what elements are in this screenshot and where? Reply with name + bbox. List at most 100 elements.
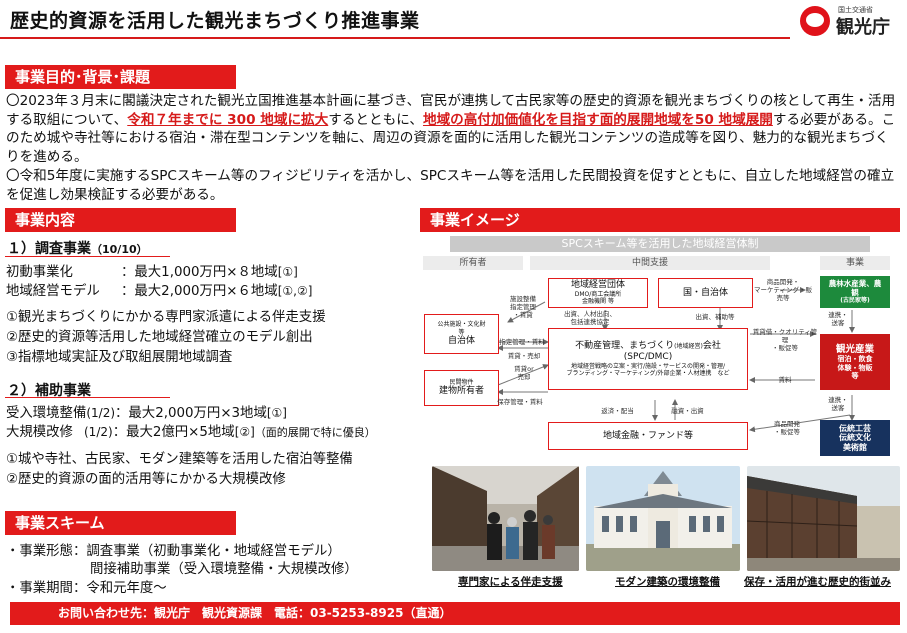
subsidy-row-2-label: 大規模改修 [6, 425, 73, 440]
label-quality-mgmt: 賃貸借・クオリティ管理 ・販促等 [752, 328, 818, 353]
box-public-line-3: 自治体 [447, 335, 475, 346]
logo-name: 観光庁 [836, 17, 890, 38]
box-regional-org: 地域経営団体 DMO/商工会議所 金融機関 等 [548, 278, 648, 308]
box-spc: 不動産管理、まちづくり(地域経営)会社 (SPC/DMC) 地域経営戦略の立案・… [548, 328, 748, 390]
box-public-line-2: 等 [458, 328, 465, 336]
scheme-form-label: ・事業形態： [6, 544, 87, 559]
caption-expert-support: 専門家による伴走支援 [458, 576, 563, 588]
contact-bar: お問い合わせ先：観光庁 観光資源課 電話：03-5253-8925（直通） [10, 602, 900, 625]
box-spc-line-1-main: 不動産管理、まちづくり [575, 341, 675, 352]
label-sales-promo: 商品開発 ・販促等 [774, 420, 800, 437]
scheme-period-value: 令和元年度～ [86, 581, 167, 596]
photo-modern-building [586, 466, 740, 571]
box-public-facility: 公共施設・文化財 等 自治体 [424, 314, 499, 354]
box-navy-line-3: 美術館 [843, 442, 867, 452]
survey-row-1: 初動事業化 ：最大1,000万円×８地域[①] [6, 260, 298, 280]
scheme-period-row: ・事業期間：令和元年度～ [6, 576, 167, 596]
box-org-line-3: 金融機関 等 [582, 298, 614, 306]
content-heading: 事業内容 [5, 208, 236, 232]
box-traditional-crafts: 伝統工芸 伝統文化 美術館 [820, 420, 890, 456]
survey-row-2-value: 最大2,000万円×６地域 [134, 284, 278, 299]
box-red-line-1: 観光産業 [835, 343, 874, 355]
box-private-line-2: 建物所有者 [438, 386, 484, 397]
subsidy-row-1-value: ：最大2,000万円×3地域 [115, 406, 267, 421]
box-tourism-industry: 観光産業 宿泊・飲食 体験・物販 等 [820, 334, 890, 390]
box-red-line-2: 宿泊・飲食 [837, 355, 873, 364]
photo-historic-streetscape [747, 466, 900, 571]
box-government: 国・自治体 [658, 278, 753, 308]
column-owner: 所有者 [423, 256, 523, 270]
box-spc-line-1-small: (地域経営) [674, 343, 703, 351]
label-rent: 賃料 [778, 376, 792, 384]
box-red-line-4: 等 [851, 371, 859, 380]
label-financing: 融資・出資 [671, 407, 704, 415]
column-support: 中間支援 [530, 256, 770, 270]
agency-logo: 国土交通省 観光庁 [800, 4, 904, 38]
box-org-line-1: 地域経営団体 [570, 280, 625, 291]
survey-row-2: 地域経営モデル ：最大2,000万円×６地域[①,②] [6, 279, 312, 299]
label-collab-1: 連携・ 送客 [828, 311, 848, 328]
survey-item-1: ①観光まちづくりにかかる専門家派遣による伴走支援 [6, 310, 326, 325]
survey-row-2-ref: [①,②] [277, 284, 313, 298]
photo-expert-support [432, 466, 579, 571]
label-investment-staff: 出資、人材出向、 包括連携協定 [564, 310, 616, 327]
subsidy-row-1: 受入環境整備(1/2)：最大2,000万円×3地域[①] [6, 401, 287, 421]
label-product-dev: 商品開発・ マーケティング・販 売等 [754, 278, 812, 303]
survey-row-1-value: 最大1,000万円×８地域 [134, 265, 278, 280]
historic-street-image [747, 466, 900, 571]
header: 歴史的資源を活用した観光まちづくり推進事業 国土交通省 観光庁 [0, 0, 907, 39]
image-heading: 事業イメージ [420, 208, 900, 232]
caption-historic-streetscape: 保存・活用が進む歴史的街並み [744, 576, 891, 588]
purpose-heading: 事業目的･背景･課題 [5, 65, 236, 89]
survey-row-2-label: 地域経営モデル [6, 284, 100, 299]
label-repayment: 返済・配当 [601, 407, 634, 415]
label-lease-sale-2: 賃貸or 売却 [514, 365, 534, 382]
label-collab-2: 連携・ 送客 [828, 396, 848, 413]
survey-title-text: １）調査事業 [7, 241, 91, 257]
survey-row-2-colon: ： [121, 284, 135, 299]
survey-item-2: ②歴史的資源等活用した地域経営確立のモデル創出 [6, 330, 313, 345]
subsidy-row-2-note: （面的展開で特に優良） [254, 426, 376, 439]
subsidy-row-2-ratio: (1/2) [84, 425, 113, 439]
survey-item-3: ③指標地域実証及び取組展開地域調査 [6, 350, 233, 365]
subsidy-row-1-label: 受入環境整備 [6, 406, 87, 421]
scheme-heading: 事業スキーム [5, 511, 236, 535]
subsidy-row-2-ref: [②] [234, 425, 255, 439]
box-spc-line-2: (SPC/DMC) [623, 351, 673, 362]
box-navy-line-1: 伝統工芸 [839, 423, 871, 433]
survey-row-1-colon: ： [121, 265, 135, 280]
box-public-line-1: 公共施設・文化財 [437, 321, 486, 329]
box-navy-line-2: 伝統文化 [839, 433, 871, 443]
label-facility-mgmt: 施設整備 指定管理 ・賃貸 [510, 295, 536, 320]
subsidy-row-1-ratio: (1/2) [86, 406, 116, 420]
box-spc-line-3: 地域経営戦略の立案・実行/施設・サービスの開発・管理/ [570, 362, 726, 370]
subsidy-row-2: 大規模改修 (1/2)：最大2億円×5地域[②]（面的展開で特に優良） [6, 420, 376, 440]
box-spc-line-1-tail: 会社 [702, 341, 721, 352]
purpose-highlight-1: 令和７年までに 300 地域に拡大 [127, 111, 329, 128]
scheme-form-2: 間接補助事業（受入環境整備・大規模改修） [90, 562, 358, 577]
box-regional-finance: 地域金融・ファンド等 [548, 422, 748, 450]
scheme-form-row: ・事業形態：調査事業（初動事業化・地域経営モデル） [6, 539, 341, 559]
subsidy-row-1-ref: [①] [266, 406, 287, 420]
purpose-text-b: するとともに、 [328, 111, 423, 128]
label-mgmt-fee: 指定管理・賃料 [499, 338, 545, 346]
box-green-line-3: (古民家等) [840, 297, 870, 305]
survey-underline [5, 256, 170, 257]
page-title: 歴史的資源を活用した観光まちづくり推進事業 [10, 10, 420, 32]
diagram-banner: SPCスキーム等を活用した地域経営体制 [450, 236, 870, 252]
purpose-paragraph-1: 〇2023年３月末に閣議決定された観光立国推進基本計画に基づき、官民が連携して古… [6, 92, 900, 166]
box-private-property: 民間物件 建物所有者 [424, 370, 499, 406]
survey-title: １）調査事業（10/10） [7, 238, 148, 258]
box-agriculture: 農林水産業、農 観 (古民家等) [820, 276, 890, 308]
western-building-image [586, 466, 740, 571]
column-business: 事業 [820, 256, 890, 270]
label-preservation: 保存管理・賃料 [497, 398, 543, 406]
box-red-line-3: 体験・物販 [837, 363, 873, 372]
survey-row-1-ref: [①] [277, 265, 298, 279]
purpose-highlight-2: 地域の高付加価値化を目指す面的展開地域を50 地域展開 [422, 111, 773, 128]
box-spc-line-1: 不動産管理、まちづくり(地域経営)会社 [575, 341, 721, 352]
box-spc-line-4: ブランディング・マーケティング/外部企業・人材連携 など [566, 369, 730, 377]
survey-row-1-label: 初動事業化 [6, 265, 73, 280]
street-people-image [432, 466, 579, 571]
survey-ratio: （10/10） [91, 243, 148, 256]
